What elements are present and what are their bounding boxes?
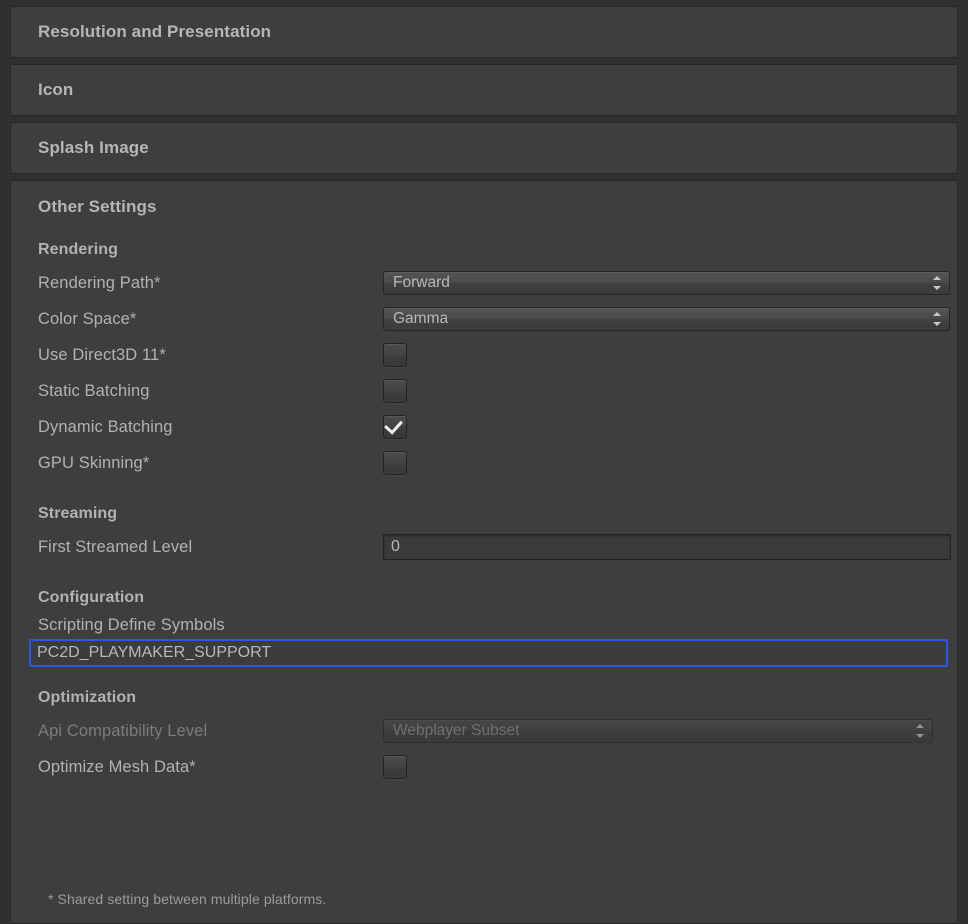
field-color-space: Color Space* Gamma <box>38 301 950 337</box>
dropdown-value: Webplayer Subset <box>393 722 520 739</box>
other-settings-title[interactable]: Other Settings <box>11 181 957 217</box>
group-label-rendering: Rendering <box>38 241 119 258</box>
scripting-define-symbols-input[interactable]: PC2D_PLAYMAKER_SUPPORT <box>29 639 948 667</box>
field-static-batching: Static Batching <box>38 373 947 409</box>
field-label: Api Compatibility Level <box>38 721 208 740</box>
field-api-compatibility-level: Api Compatibility Level Webplayer Subset <box>38 713 947 749</box>
updown-arrows-icon <box>931 275 942 291</box>
shared-setting-footnote: * Shared setting between multiple platfo… <box>48 891 327 907</box>
api-compatibility-level-dropdown: Webplayer Subset <box>383 719 933 743</box>
static-batching-checkbox[interactable] <box>383 379 407 403</box>
field-rendering-path: Rendering Path* Forward <box>38 265 950 301</box>
first-streamed-level-input[interactable]: 0 <box>383 534 951 560</box>
section-splash-image[interactable]: Splash Image <box>10 122 958 174</box>
field-label: Rendering Path* <box>38 273 161 292</box>
updown-arrows-icon <box>931 311 942 327</box>
optimize-mesh-data-checkbox[interactable] <box>383 755 407 779</box>
field-optimize-mesh-data: Optimize Mesh Data* <box>38 749 947 785</box>
input-value: 0 <box>391 538 400 555</box>
player-settings-inspector: Resolution and Presentation Icon Splash … <box>0 0 968 924</box>
use-direct3d-11-checkbox[interactable] <box>383 343 407 367</box>
section-resolution-and-presentation[interactable]: Resolution and Presentation <box>10 6 958 58</box>
field-first-streamed-level: First Streamed Level 0 <box>38 529 951 565</box>
field-dynamic-batching: Dynamic Batching <box>38 409 947 445</box>
field-label: Use Direct3D 11* <box>38 345 166 364</box>
group-label-optimization: Optimization <box>38 689 137 706</box>
field-label: Dynamic Batching <box>38 417 173 436</box>
dynamic-batching-checkbox[interactable] <box>383 415 407 439</box>
field-label: Color Space* <box>38 309 137 328</box>
field-label: Static Batching <box>38 381 150 400</box>
section-title: Resolution and Presentation <box>38 22 272 41</box>
section-title: Icon <box>38 80 74 99</box>
field-label: Optimize Mesh Data* <box>38 757 196 776</box>
field-gpu-skinning: GPU Skinning* <box>38 445 947 481</box>
section-header[interactable]: Icon <box>11 65 957 115</box>
section-title: Splash Image <box>38 138 149 157</box>
group-label-streaming: Streaming <box>38 505 118 522</box>
section-header[interactable]: Resolution and Presentation <box>11 7 957 57</box>
field-use-direct3d-11: Use Direct3D 11* <box>38 337 947 373</box>
input-value: PC2D_PLAYMAKER_SUPPORT <box>37 644 272 661</box>
dropdown-value: Gamma <box>393 310 449 327</box>
section-header[interactable]: Splash Image <box>11 123 957 173</box>
color-space-dropdown[interactable]: Gamma <box>383 307 950 331</box>
dropdown-value: Forward <box>393 274 450 291</box>
other-settings-body: Rendering Rendering Path* Forward Color … <box>11 241 957 785</box>
rendering-path-dropdown[interactable]: Forward <box>383 271 950 295</box>
updown-arrows-icon <box>914 723 925 739</box>
field-label: First Streamed Level <box>38 537 193 556</box>
gpu-skinning-checkbox[interactable] <box>383 451 407 475</box>
group-label-configuration: Configuration <box>38 589 145 606</box>
section-icon[interactable]: Icon <box>10 64 958 116</box>
section-other-settings: Other Settings Rendering Rendering Path*… <box>10 180 958 924</box>
field-label: GPU Skinning* <box>38 453 150 472</box>
scripting-define-symbols-label: Scripting Define Symbols <box>38 616 225 634</box>
